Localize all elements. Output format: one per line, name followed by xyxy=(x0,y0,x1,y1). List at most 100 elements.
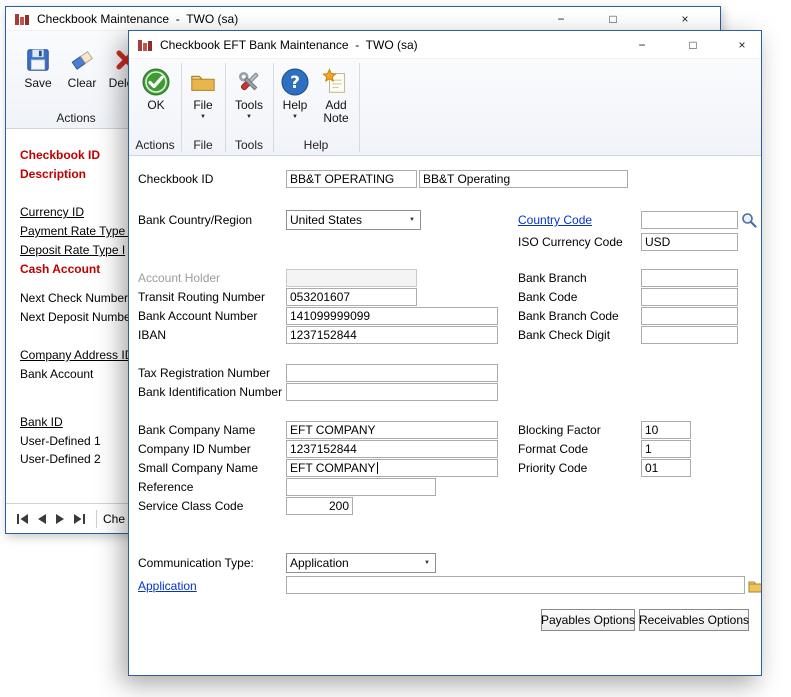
small-company-name-label: Small Company Name xyxy=(138,460,258,476)
add-note-button[interactable]: Add Note xyxy=(317,67,355,125)
actions-group-label: Actions xyxy=(129,138,181,152)
communication-type-dropdown[interactable]: Application ▼ xyxy=(286,553,436,573)
close-icon[interactable]: × xyxy=(669,7,701,30)
checkbook-eft-bank-maintenance-window: Checkbook EFT Bank Maintenance - TWO (sa… xyxy=(128,30,762,676)
next-record-button[interactable] xyxy=(52,511,68,527)
description-label: Description xyxy=(20,166,86,182)
reference-field[interactable] xyxy=(286,478,436,496)
tools-icon xyxy=(234,67,264,97)
file-label: File xyxy=(193,99,212,112)
last-record-button[interactable] xyxy=(71,511,87,527)
ok-label: OK xyxy=(147,99,164,112)
account-holder-field xyxy=(286,269,417,287)
maximize-icon[interactable]: □ xyxy=(677,31,709,58)
bank-check-digit-field[interactable] xyxy=(641,326,738,344)
file-menu-button[interactable]: File ▼ xyxy=(185,67,221,121)
checkbook-id-field: BB&T OPERATING xyxy=(286,170,417,188)
clear-button[interactable]: Clear xyxy=(62,45,102,90)
priority-code-label: Priority Code xyxy=(518,460,587,476)
small-company-name-field[interactable]: EFT COMPANY xyxy=(286,459,498,477)
currency-id-link[interactable]: Currency ID xyxy=(20,204,84,220)
bank-check-digit-label: Bank Check Digit xyxy=(518,327,610,343)
chevron-down-icon: ▼ xyxy=(200,114,206,121)
communication-type-value: Application xyxy=(290,556,349,570)
help-icon: ? xyxy=(280,67,310,97)
iban-label: IBAN xyxy=(138,327,166,343)
bank-branch-label: Bank Branch xyxy=(518,270,587,286)
close-icon[interactable]: × xyxy=(726,31,758,58)
country-code-field[interactable] xyxy=(641,211,738,229)
help-group-label: Help xyxy=(273,138,359,152)
clear-label: Clear xyxy=(68,77,97,90)
bank-branch-code-label: Bank Branch Code xyxy=(518,308,619,324)
bank-id-link[interactable]: Bank ID xyxy=(20,414,63,430)
chevron-down-icon: ▼ xyxy=(404,211,420,229)
group-divider xyxy=(359,63,360,152)
company-id-number-label: Company ID Number xyxy=(138,441,251,457)
country-code-lookup-button[interactable] xyxy=(740,211,758,229)
minimize-icon[interactable]: − xyxy=(545,7,577,30)
bank-account-label: Bank Account xyxy=(20,366,93,382)
checkbook-id-label: Checkbook ID xyxy=(138,171,213,187)
file-group-label: File xyxy=(181,138,225,152)
first-record-button[interactable] xyxy=(14,511,30,527)
clear-icon xyxy=(67,45,97,75)
bank-country-dropdown[interactable]: United States ▼ xyxy=(286,210,421,230)
reference-label: Reference xyxy=(138,479,193,495)
tools-label: Tools xyxy=(235,99,263,112)
help-label: Help xyxy=(283,99,308,112)
ok-button[interactable]: OK xyxy=(137,67,175,112)
transit-routing-number-field[interactable]: 053201607 xyxy=(286,288,417,306)
previous-record-button[interactable] xyxy=(33,511,49,527)
receivables-options-button[interactable]: Receivables Options xyxy=(639,609,749,631)
application-field[interactable] xyxy=(286,576,745,594)
help-menu-button[interactable]: ? Help ▼ xyxy=(277,67,313,121)
format-code-field[interactable]: 1 xyxy=(641,440,691,458)
titlebar[interactable]: Checkbook Maintenance - TWO (sa) − □ × xyxy=(6,7,720,31)
titlebar[interactable]: Checkbook EFT Bank Maintenance - TWO (sa… xyxy=(129,31,761,59)
tools-group-label: Tools xyxy=(225,138,273,152)
iso-currency-code-label: ISO Currency Code xyxy=(518,234,623,250)
bank-branch-code-field[interactable] xyxy=(641,307,738,325)
application-link[interactable]: Application xyxy=(138,578,197,594)
communication-type-label: Communication Type: xyxy=(138,555,254,571)
ok-icon xyxy=(141,67,171,97)
bank-account-number-field[interactable]: 141099999099 xyxy=(286,307,498,325)
next-check-number-label: Next Check Number xyxy=(20,290,128,306)
next-deposit-number-label: Next Deposit Number xyxy=(20,309,135,325)
transit-routing-number-label: Transit Routing Number xyxy=(138,289,265,305)
blocking-factor-field[interactable]: 10 xyxy=(641,421,691,439)
small-company-name-value: EFT COMPANY xyxy=(290,461,376,475)
company-address-id-link[interactable]: Company Address ID xyxy=(20,347,133,363)
company-id-number-field[interactable]: 1237152844 xyxy=(286,440,498,458)
bank-identification-number-label: Bank Identification Number xyxy=(138,384,282,400)
bank-code-label: Bank Code xyxy=(518,289,577,305)
bank-country-value: United States xyxy=(290,213,362,227)
tools-menu-button[interactable]: Tools ▼ xyxy=(229,67,269,121)
bank-country-label: Bank Country/Region xyxy=(138,212,252,228)
cash-account-label: Cash Account xyxy=(20,261,100,277)
minimize-icon[interactable]: − xyxy=(626,31,658,58)
payment-rate-type-link[interactable]: Payment Rate Type I xyxy=(20,223,132,239)
country-code-link[interactable]: Country Code xyxy=(518,212,592,228)
bank-company-name-field[interactable]: EFT COMPANY xyxy=(286,421,498,439)
maximize-icon[interactable]: □ xyxy=(597,7,629,30)
add-note-label-line2: Note xyxy=(323,112,348,125)
iban-field[interactable]: 1237152844 xyxy=(286,326,498,344)
application-browse-button[interactable] xyxy=(747,577,762,595)
payables-options-button[interactable]: Payables Options xyxy=(541,609,635,631)
app-icon xyxy=(14,11,30,27)
bank-identification-number-field[interactable] xyxy=(286,383,498,401)
tax-registration-number-field[interactable] xyxy=(286,364,498,382)
deposit-rate-type-link[interactable]: Deposit Rate Type I xyxy=(20,242,125,258)
bank-code-field[interactable] xyxy=(641,288,738,306)
user-defined-2-label: User-Defined 2 xyxy=(20,451,101,467)
priority-code-field[interactable]: 01 xyxy=(641,459,691,477)
bank-branch-field[interactable] xyxy=(641,269,738,287)
iso-currency-code-field[interactable]: USD xyxy=(641,233,738,251)
chevron-down-icon: ▼ xyxy=(419,554,435,572)
service-class-code-field[interactable]: 200 xyxy=(286,497,353,515)
save-label: Save xyxy=(24,77,51,90)
save-button[interactable]: Save xyxy=(18,45,58,90)
chevron-down-icon: ▼ xyxy=(246,114,252,121)
